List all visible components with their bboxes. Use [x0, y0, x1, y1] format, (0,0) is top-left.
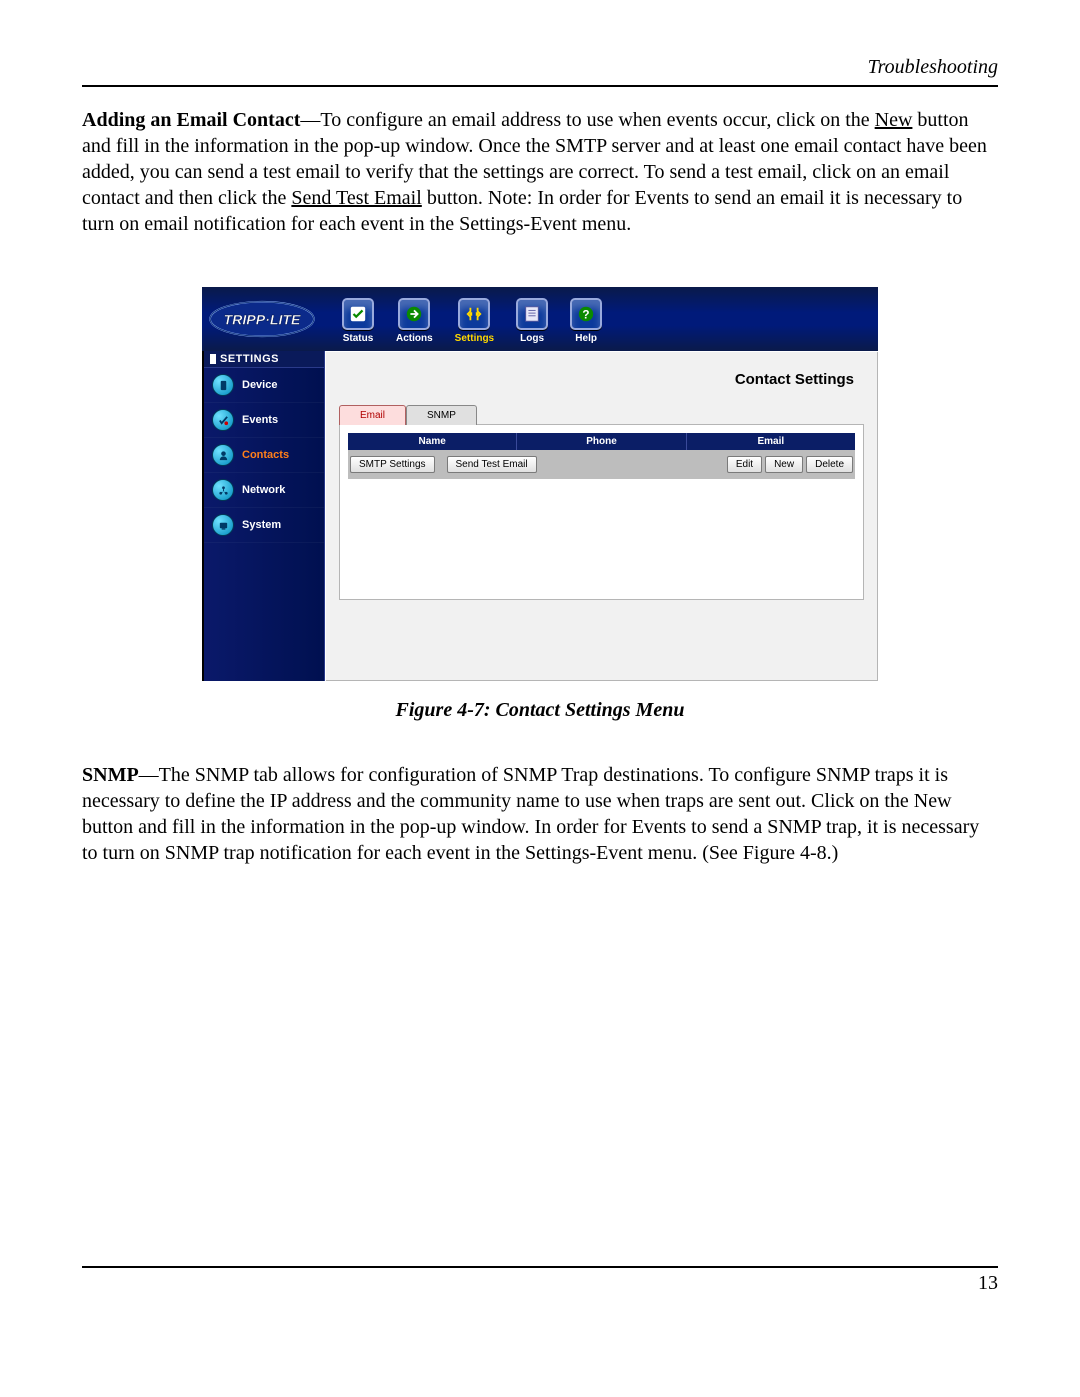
device-icon: [212, 374, 234, 396]
figure-contact-settings: TRIPP·LITE Status Actions Settings: [202, 287, 878, 681]
smtp-settings-button[interactable]: SMTP Settings: [350, 456, 435, 473]
page-number: 13: [978, 1272, 998, 1294]
sidebar-item-system[interactable]: System: [204, 508, 324, 543]
grid-header: Name Phone Email: [348, 433, 855, 450]
nav-label: Logs: [520, 333, 544, 344]
tab-email[interactable]: Email: [339, 405, 406, 425]
help-icon: ?: [570, 298, 602, 330]
events-icon: [212, 409, 234, 431]
content-pane: Contact Settings Email SNMP Name Phone E…: [325, 351, 878, 681]
section-header: Troubleshooting: [82, 56, 998, 87]
link-send-test-email: Send Test Email: [291, 187, 421, 209]
network-icon: [212, 479, 234, 501]
nav-actions[interactable]: Actions: [396, 298, 433, 344]
para2-title: SNMP: [82, 764, 139, 786]
sidebar-item-label: Contacts: [242, 449, 289, 461]
send-test-email-button[interactable]: Send Test Email: [447, 456, 537, 473]
svg-text:?: ?: [583, 309, 590, 322]
link-new: New: [875, 109, 913, 131]
system-icon: [212, 514, 234, 536]
sidebar-item-events[interactable]: Events: [204, 403, 324, 438]
tripplite-logo: TRIPP·LITE: [202, 287, 322, 351]
sidebar-item-network[interactable]: Network: [204, 473, 324, 508]
actions-icon: [398, 298, 430, 330]
nav-logs[interactable]: Logs: [516, 298, 548, 344]
content-title: Contact Settings: [339, 371, 864, 388]
settings-icon: [458, 298, 490, 330]
paragraph-snmp: SNMP—The SNMP tab allows for configurati…: [82, 762, 998, 866]
svg-text:TRIPP·LITE: TRIPP·LITE: [224, 312, 301, 328]
contacts-icon: [212, 444, 234, 466]
status-icon: [342, 298, 374, 330]
nav-settings[interactable]: Settings: [455, 298, 494, 344]
contact-panel: Name Phone Email SMTP Settings Send Test…: [339, 424, 864, 600]
nav-help[interactable]: ? Help: [570, 298, 602, 344]
para1-title: Adding an Email Contact: [82, 109, 300, 131]
col-phone: Phone: [517, 433, 686, 450]
page-footer: 13: [82, 1266, 998, 1295]
sidebar-item-label: Events: [242, 414, 278, 426]
sidebar-item-label: Device: [242, 379, 277, 391]
delete-button[interactable]: Delete: [806, 456, 853, 473]
col-name: Name: [348, 433, 517, 450]
nav-label: Actions: [396, 333, 433, 344]
sidebar-item-label: System: [242, 519, 281, 531]
paragraph-email-contact: Adding an Email Contact—To configure an …: [82, 107, 998, 237]
app-topbar: TRIPP·LITE Status Actions Settings: [202, 287, 878, 351]
settings-sidebar: SETTINGS Device Events Contacts: [202, 351, 325, 681]
new-button[interactable]: New: [765, 456, 803, 473]
edit-button[interactable]: Edit: [727, 456, 762, 473]
figure-caption: Figure 4-7: Contact Settings Menu: [82, 699, 998, 722]
sidebar-heading: SETTINGS: [204, 351, 324, 368]
nav-label: Help: [575, 333, 597, 344]
panel-toolbar: SMTP Settings Send Test Email Edit New D…: [348, 450, 855, 479]
nav-label: Settings: [455, 333, 494, 344]
sidebar-item-device[interactable]: Device: [204, 368, 324, 403]
nav-label: Status: [343, 333, 374, 344]
logs-icon: [516, 298, 548, 330]
nav-bar: Status Actions Settings Logs: [322, 287, 602, 351]
col-email: Email: [687, 433, 855, 450]
tab-snmp[interactable]: SNMP: [406, 405, 477, 425]
tab-bar: Email SNMP: [339, 404, 864, 424]
sidebar-item-label: Network: [242, 484, 285, 496]
nav-status[interactable]: Status: [342, 298, 374, 344]
sidebar-item-contacts[interactable]: Contacts: [204, 438, 324, 473]
